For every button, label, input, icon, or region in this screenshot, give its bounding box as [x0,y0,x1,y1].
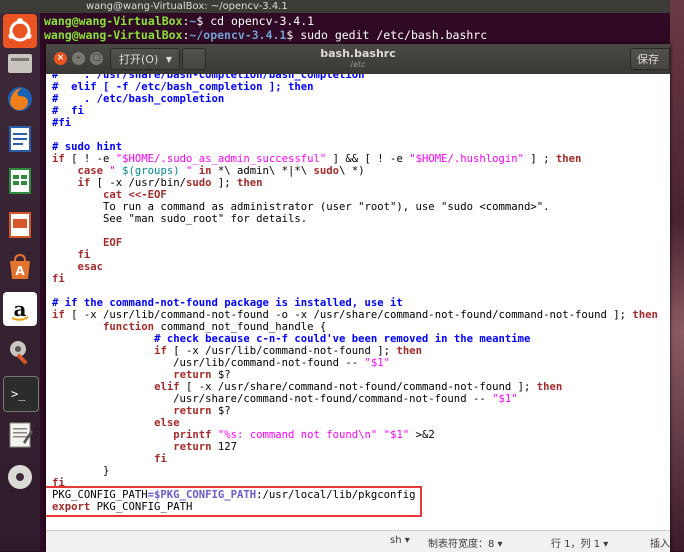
tab-width-selector[interactable]: 制表符宽度：8 ▾ [428,535,503,550]
code-line: To run a command as administrator (user … [52,201,550,213]
firefox-icon[interactable] [3,82,37,116]
gedit-window: × – □ 打开(O)▼ bash.bashrc /etc 保存(S) # . … [46,44,670,552]
impress-icon[interactable] [3,208,37,242]
text-editor[interactable]: # . /usr/share/bash-completion/bash_comp… [46,74,670,530]
code-line: return $? [173,369,231,381]
code-line: # check because c-n-f could've been remo… [154,333,531,345]
code-line: case " $(groups) " in *\ admin\ *|*\ sud… [77,165,365,177]
terminal-line: wang@wang-VirtualBox:~$ cd opencv-3.4.1 [44,14,315,28]
code-line: /usr/share/command-not-found/command-not… [52,393,518,405]
code-line: if [ -x /usr/lib/command-not-found -o -x… [52,309,658,321]
dash-ubuntu-icon[interactable] [3,14,37,48]
code-line: # sudo hint [52,141,123,153]
code-line: # if the command-not-found package is in… [52,297,403,309]
code-line: return $? [173,405,231,417]
terminal-line: wang@wang-VirtualBox:~/opencv-3.4.1$ sud… [44,28,488,42]
code-line: esac [77,261,104,273]
system-settings-icon[interactable] [3,334,37,368]
top-panel: wang@wang-VirtualBox: ~/opencv-3.4.1 [0,0,684,13]
files-icon[interactable] [3,46,37,80]
code-line: if [ ! -e "$HOME/.sudo_as_admin_successf… [52,153,582,165]
desktop-wallpaper [670,0,684,551]
svg-text:>_: >_ [11,387,26,401]
status-bar: sh ▾ 制表符宽度：8 ▾ 行 1，列 1 ▾ 插入 [46,530,670,552]
launcher: A a >_ [0,0,40,551]
code-line: function command_not_found_handle { [103,321,327,333]
amazon-icon[interactable]: a [3,292,37,326]
window-title: wang@wang-VirtualBox: ~/opencv-3.4.1 [86,1,288,12]
calc-icon[interactable] [3,164,37,198]
code-line: } [52,465,110,477]
svg-text:a: a [14,297,27,321]
code-line: /usr/lib/command-not-found -- "$1" [52,357,391,369]
code-line: if [ -x /usr/bin/sudo ]; then [77,177,263,189]
writer-icon[interactable] [3,122,37,156]
code-line: # fi [52,105,84,117]
code-line: fi [77,249,91,261]
dvd-icon[interactable] [3,460,37,494]
code-line: elif [ -x /usr/share/command-not-found/c… [154,381,563,393]
header-bar: × – □ 打开(O)▼ bash.bashrc /etc 保存(S) [46,44,670,74]
code-line: printf "%s: command not found\n" "$1" >&… [173,429,435,441]
code-line: return 127 [173,441,237,453]
cursor-position[interactable]: 行 1，列 1 ▾ [551,535,608,550]
document-title: bash.bashrc [320,47,396,60]
code-line: # . /etc/bash_completion [52,93,225,105]
code-line: See "man sudo_root" for details. [52,213,308,225]
code-line: else [154,417,180,429]
svg-text:A: A [15,264,25,278]
code-line: fi [52,273,65,285]
terminal-icon[interactable]: >_ [3,376,39,412]
code-line: if [ -x /usr/lib/command-not-found ]; th… [154,345,422,357]
save-button[interactable]: 保存(S) [630,48,670,70]
code-line: # . /usr/share/bash-completion/bash_comp… [52,74,365,81]
language-selector[interactable]: sh ▾ [390,535,410,546]
code-line: EOF [103,237,123,249]
highlight-box [46,486,422,517]
document-path: /etc [350,60,366,69]
insert-mode[interactable]: 插入 [650,535,670,550]
launcher-top [0,0,40,13]
gedit-icon[interactable] [3,418,37,452]
software-center-icon[interactable]: A [3,250,37,284]
code-line: #fi [52,117,72,129]
code-view[interactable]: # . /usr/share/bash-completion/bash_comp… [52,74,658,513]
code-line: cat <<-EOF [103,189,167,201]
code-line: fi [154,453,167,465]
code-line: # elif [ -f /etc/bash_completion ]; then [52,81,314,93]
